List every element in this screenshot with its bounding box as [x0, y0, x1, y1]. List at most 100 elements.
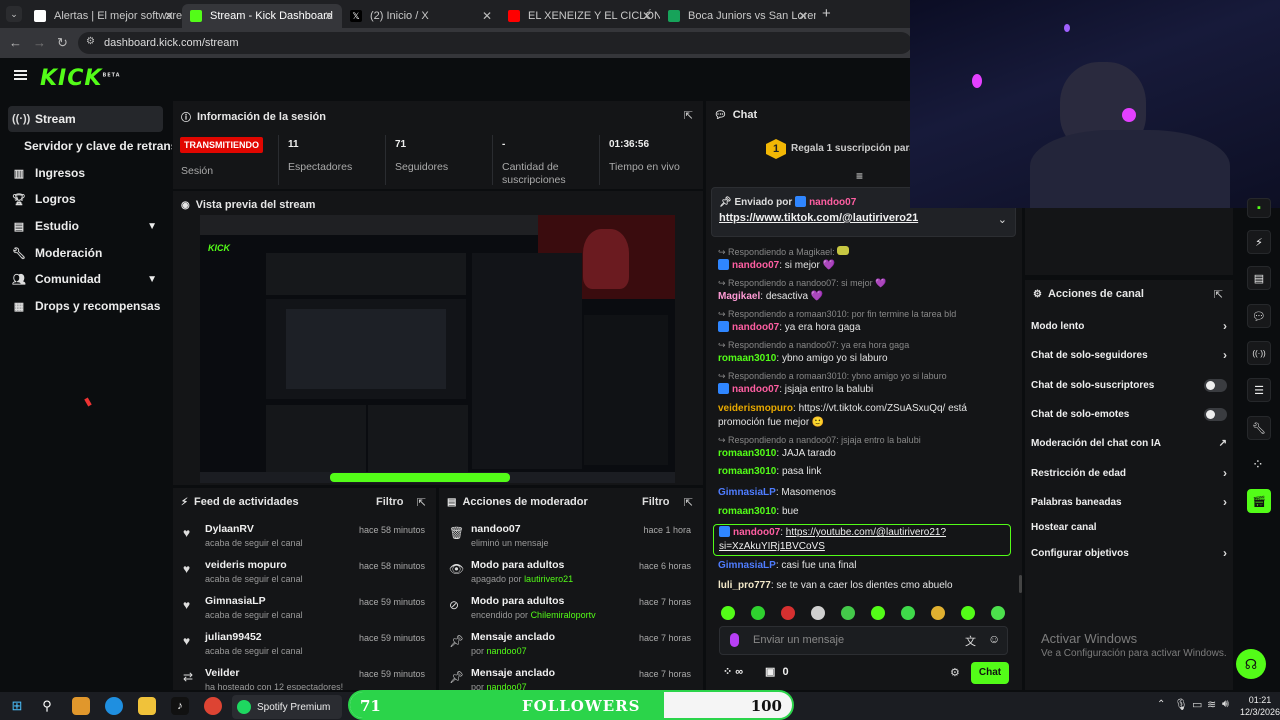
gift-count[interactable]: ▣ 0	[765, 665, 789, 678]
windows-start-icon[interactable]: ⊞	[8, 697, 26, 715]
rail-button-mod-actions[interactable]: ☰	[1247, 378, 1271, 402]
mod-filter-button[interactable]: Filtro	[642, 496, 670, 508]
browser-tab-youtube[interactable]: EL XENEIZE Y EL CICLÓN EMPAT ✕	[500, 4, 660, 28]
search-icon[interactable]: ⚲	[38, 697, 56, 715]
channel-points[interactable]: ⁘ ∞	[723, 665, 743, 678]
feed-filter-button[interactable]: Filtro	[376, 496, 404, 508]
rail-button-lightning[interactable]: ⚡︎	[1247, 230, 1271, 254]
chat-username[interactable]: veiderismopuro	[718, 403, 793, 414]
clock[interactable]: 01:21 12/3/2026	[1240, 694, 1280, 718]
mod-action-user[interactable]: lautirivero21	[524, 574, 573, 584]
sidebar-item-stream[interactable]: ((·)) Stream	[8, 106, 163, 132]
close-icon[interactable]: ✕	[798, 9, 808, 23]
emotes-only-toggle[interactable]	[1204, 407, 1227, 421]
close-icon[interactable]: ✕	[482, 9, 492, 23]
collapse-icon[interactable]: ≡	[856, 169, 863, 183]
address-bar[interactable]: ⚙ dashboard.kick.com/stream	[78, 32, 912, 54]
sidebar-item-moderacion[interactable]: 🔧︎ Moderación	[8, 240, 163, 266]
close-icon[interactable]: ✕	[324, 9, 334, 23]
chat-input-box[interactable]: Enviar un mensaje 文 ☺	[719, 626, 1008, 655]
wifi-icon[interactable]: ≋	[1207, 698, 1216, 711]
close-icon[interactable]: ✕	[164, 9, 174, 23]
action-followers-only[interactable]: Chat de solo-seguidores ›	[1031, 345, 1227, 365]
popout-icon[interactable]: ⇱	[1214, 288, 1223, 301]
send-chat-button[interactable]: Chat	[971, 662, 1009, 684]
chat-username[interactable]: Magikael	[718, 291, 760, 302]
mod-action-user[interactable]: nandoo07	[487, 682, 527, 690]
back-icon[interactable]: ←	[9, 35, 22, 50]
site-info-icon[interactable]: ⚙	[86, 36, 95, 47]
mod-action-user[interactable]: Chilemiraloportv	[531, 610, 596, 620]
action-host-channel[interactable]: Hostear canal	[1031, 517, 1227, 537]
emote-icon[interactable]	[841, 606, 855, 620]
chat-username[interactable]: GimnasiaLP	[718, 560, 776, 571]
battery-icon[interactable]: ▭	[1192, 698, 1202, 711]
emote-icon[interactable]	[751, 606, 765, 620]
action-age-restriction[interactable]: Restricción de edad ›	[1031, 463, 1227, 483]
sidebar-item-estudio[interactable]: ▤ Estudio ▼	[8, 213, 163, 239]
sidebar-item-drops[interactable]: ▦ Drops y recompensas	[8, 293, 163, 319]
popout-icon[interactable]: ⇱	[684, 109, 693, 122]
feed-item-name[interactable]: julian99452	[205, 631, 262, 643]
chat-username[interactable]: nandoo07	[732, 322, 779, 333]
spotify-taskbar-button[interactable]: Spotify Premium	[232, 695, 342, 719]
stream-preview-video[interactable]: KICK	[200, 215, 675, 483]
emote-icon[interactable]	[811, 606, 825, 620]
chat-username[interactable]: romaan3010	[718, 448, 776, 459]
chevron-down-icon[interactable]: ⌄	[998, 213, 1007, 226]
chat-username[interactable]: nandoo07	[732, 384, 779, 395]
reload-icon[interactable]: ↻	[57, 35, 68, 51]
help-support-button[interactable]: ☊	[1236, 649, 1266, 679]
browser-tab-alertas[interactable]: Alertas | El mejor software para ✕	[26, 4, 182, 28]
chrome-icon[interactable]	[204, 697, 222, 715]
popout-icon[interactable]: ⇱	[417, 496, 426, 509]
browser-tab-x[interactable]: 𝕏 (2) Inicio / X ✕	[342, 4, 500, 28]
sidebar-item-server-key[interactable]: Servidor y clave de retransm	[20, 133, 172, 159]
sidebar-item-logros[interactable]: 🏆︎ Logros	[8, 186, 163, 212]
pinned-user[interactable]: nandoo07	[809, 197, 856, 208]
chat-scrollbar[interactable]	[1019, 575, 1022, 593]
sidebar-item-comunidad[interactable]: 👥︎ Comunidad ▼	[8, 266, 163, 292]
settings-gear-icon[interactable]: ⚙	[950, 666, 960, 679]
rail-button-notes[interactable]: ▤	[1247, 266, 1271, 290]
microphone-icon[interactable]	[730, 633, 739, 647]
tab-list-button[interactable]: ⌄	[6, 6, 22, 22]
rail-button-chat[interactable]: 💬︎	[1247, 304, 1271, 328]
emote-icon[interactable]	[901, 606, 915, 620]
emote-icon[interactable]	[781, 606, 795, 620]
rail-button-wrench[interactable]: 🔧︎	[1247, 416, 1271, 440]
feed-item-name[interactable]: veideris mopuro	[205, 559, 287, 571]
feed-item-name[interactable]: GimnasiaLP	[205, 595, 266, 607]
emote-icon[interactable]	[721, 606, 735, 620]
emote-icon[interactable]	[991, 606, 1005, 620]
rail-button-broadcast[interactable]: ((·))	[1247, 341, 1271, 365]
forward-icon[interactable]: →	[33, 35, 46, 50]
popout-icon[interactable]: ⇱	[684, 496, 693, 509]
browser-tab-kick[interactable]: Stream - Kick Dashboard ✕	[182, 4, 342, 28]
action-ai-moderation[interactable]: Moderación del chat con IA ↗	[1031, 433, 1227, 453]
action-slow-mode[interactable]: Modo lento ›	[1031, 316, 1227, 336]
chat-username[interactable]: GimnasiaLP	[718, 487, 776, 498]
chat-username[interactable]: romaan3010	[718, 506, 776, 517]
pinned-link[interactable]: https://www.tiktok.com/@lautirivero21	[719, 212, 918, 224]
chat-username[interactable]: romaan3010	[718, 353, 776, 364]
kick-logo[interactable]: KICKBETA	[40, 66, 121, 91]
feed-item-name[interactable]: DylaanRV	[205, 523, 254, 535]
chat-username[interactable]: nandoo07	[732, 260, 779, 271]
chat-username[interactable]: luli_pro777	[718, 580, 771, 591]
rail-button-top[interactable]: ▪	[1247, 198, 1271, 218]
file-explorer-icon[interactable]	[138, 697, 156, 715]
sidebar-item-ingresos[interactable]: ▥ Ingresos	[8, 160, 163, 186]
emote-icon[interactable]	[961, 606, 975, 620]
action-configure-goals[interactable]: Configurar objetivos ›	[1031, 543, 1227, 563]
chat-username[interactable]: romaan3010	[718, 466, 776, 477]
emote-icon[interactable]	[871, 606, 885, 620]
edge-icon[interactable]	[105, 697, 123, 715]
emote-icon[interactable]	[931, 606, 945, 620]
action-banned-words[interactable]: Palabras baneadas ›	[1031, 492, 1227, 512]
widgets-icon[interactable]	[72, 697, 90, 715]
rail-points-icon[interactable]: ⁘	[1252, 456, 1264, 473]
translate-icon[interactable]: 文	[965, 633, 976, 649]
mod-action-user[interactable]: nandoo07	[487, 646, 527, 656]
subs-only-toggle[interactable]	[1204, 378, 1227, 392]
